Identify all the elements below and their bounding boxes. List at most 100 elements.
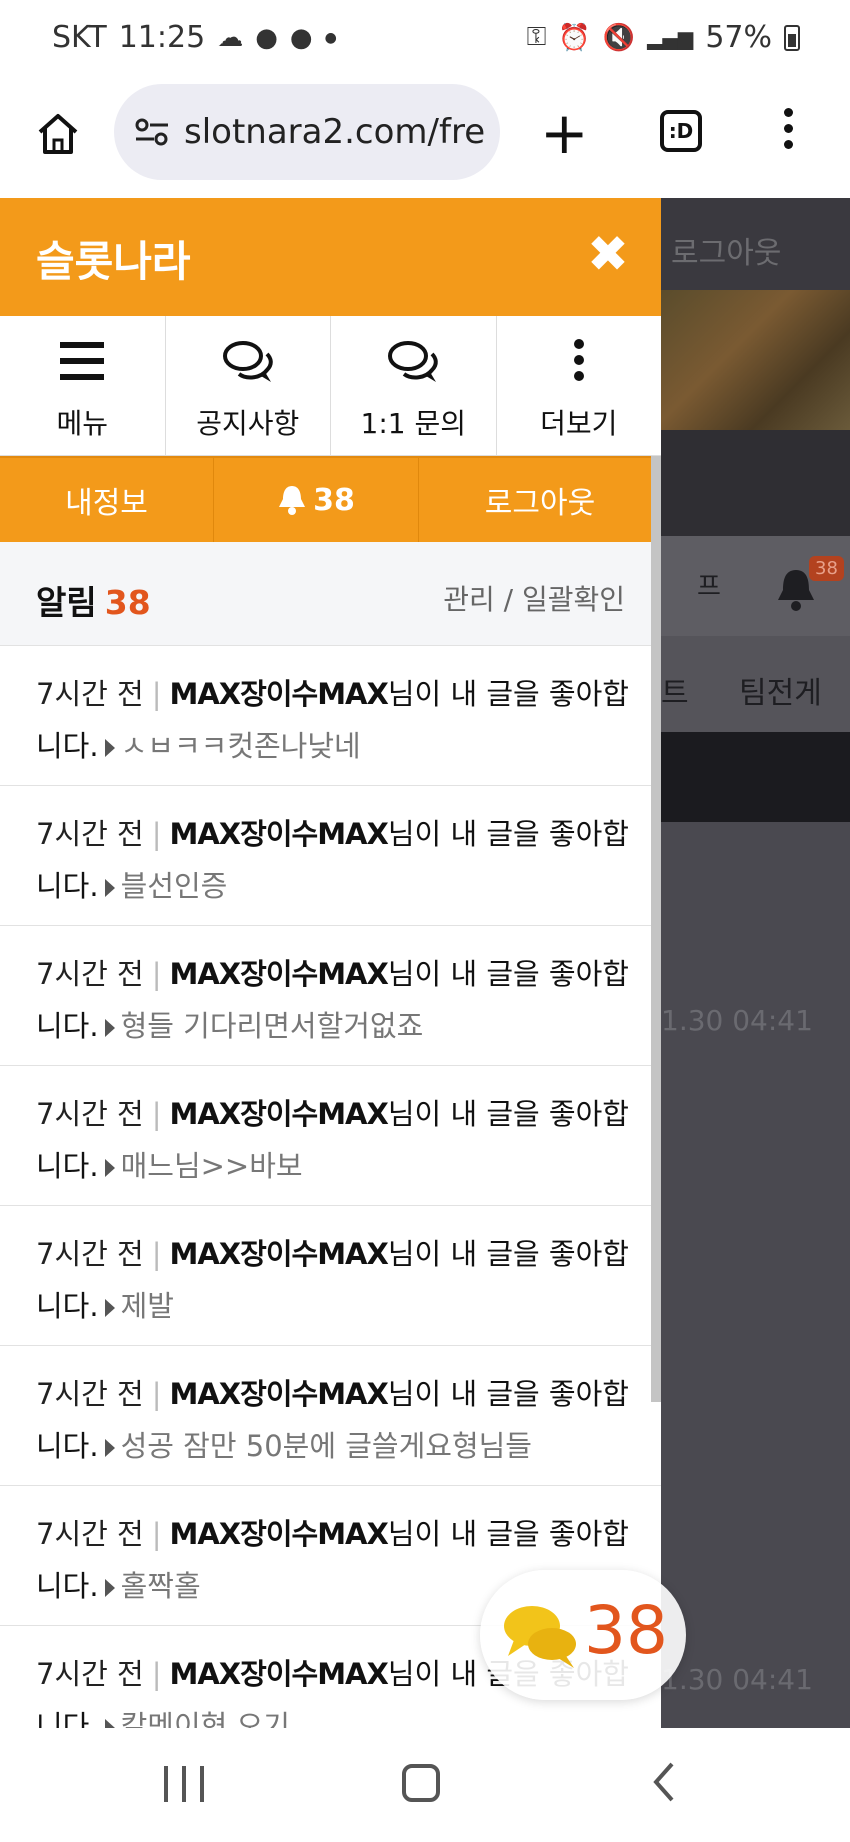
bar xyxy=(164,1766,168,1802)
separator: | xyxy=(151,1517,162,1551)
notification-item[interactable]: 7시간 전 | MAX장이수MAX님이 내 글을 좋아합니다. ㅅㅂㅋㅋ컷존나낮네 xyxy=(0,646,661,786)
notification-time: 7시간 전 xyxy=(36,957,144,991)
notification-user: MAX장이수MAX xyxy=(169,957,389,991)
site-settings-icon[interactable] xyxy=(134,117,170,147)
quick-menu-item-notice[interactable]: 공지사항 xyxy=(166,316,331,455)
account-actions: 내정보 38 로그아웃 xyxy=(0,456,661,542)
background-page-overlay[interactable]: 로그아웃 프 38 트 팀전게 1.30 04:41 1.30 04:41 xyxy=(661,198,850,1728)
chat-bubbles-icon xyxy=(222,341,273,382)
bg-menu-text: 팀전게 xyxy=(739,676,822,711)
vertical-dots-icon xyxy=(573,339,584,381)
notification-user: MAX장이수MAX xyxy=(169,1237,389,1271)
back-button[interactable] xyxy=(648,1758,678,1814)
weather-icon: ☁ xyxy=(217,22,244,53)
bg-header: 로그아웃 xyxy=(661,198,850,290)
carrier-label: SKT xyxy=(52,20,107,55)
drawer-scrollbar[interactable] xyxy=(651,456,661,1402)
status-bar: SKT 11:25 ☁ ● ● ● ⚿ ⏰ 🔇 ▂▄▆ 57% xyxy=(0,0,850,80)
arrow-right-icon xyxy=(104,1019,115,1037)
system-nav-bar xyxy=(0,1728,850,1842)
quick-menu-item-menu[interactable]: 메뉴 xyxy=(0,316,166,455)
clock: 11:25 xyxy=(118,20,206,55)
my-info-button[interactable]: 내정보 xyxy=(0,458,214,542)
bg-dark-strip xyxy=(661,430,850,536)
notifications-button[interactable]: 38 xyxy=(214,458,419,542)
browser-toolbar: slotnara2.com/fre + :D xyxy=(0,80,850,198)
separator: | xyxy=(151,677,162,711)
notification-time: 7시간 전 xyxy=(36,1657,144,1691)
bg-bell: 38 xyxy=(773,556,844,616)
bg-black-strip xyxy=(661,732,850,822)
notification-user: MAX장이수MAX xyxy=(169,677,389,711)
bar xyxy=(200,1766,204,1802)
url-bar[interactable]: slotnara2.com/fre xyxy=(114,84,500,180)
separator: | xyxy=(151,817,162,851)
home-icon xyxy=(38,114,78,154)
arrow-right-icon xyxy=(104,1579,115,1597)
notification-time: 7시간 전 xyxy=(36,677,144,711)
dot xyxy=(784,108,793,117)
notification-post-title: 블선인증 xyxy=(120,869,228,903)
chevron-left-icon xyxy=(653,1762,674,1802)
bg-menu: 트 팀전게 xyxy=(661,636,850,732)
browser-menu-button[interactable] xyxy=(784,108,794,149)
dot xyxy=(784,140,793,149)
logout-button[interactable]: 로그아웃 xyxy=(419,458,661,542)
arrow-right-icon xyxy=(104,879,115,897)
bg-tab-text: 프 xyxy=(697,572,721,602)
status-right: ⚿ ⏰ 🔇 ▂▄▆ 57% xyxy=(527,20,800,55)
talk-icon: ● xyxy=(289,22,313,53)
bg-date: 1.30 04:41 xyxy=(661,1663,813,1696)
notification-item[interactable]: 7시간 전 | MAX장이수MAX님이 내 글을 좋아합니다. 매느님>>바보 xyxy=(0,1066,661,1206)
home-nav-button[interactable] xyxy=(402,1764,440,1802)
notification-item[interactable]: 7시간 전 | MAX장이수MAX님이 내 글을 좋아합니다. 제발 xyxy=(0,1206,661,1346)
chat-bubbles-icon xyxy=(504,1606,576,1668)
floating-chat-button[interactable]: 38 xyxy=(480,1570,686,1700)
quick-menu-item-inquiry[interactable]: 1:1 문의 xyxy=(331,316,497,455)
notification-user: MAX장이수MAX xyxy=(169,1097,389,1131)
notification-item[interactable]: 7시간 전 | MAX장이수MAX님이 내 글을 좋아합니다. 형들 기다리면서할거없… xyxy=(0,926,661,1066)
notification-user: MAX장이수MAX xyxy=(169,817,389,851)
battery-icon xyxy=(784,24,800,51)
manage-mark-all-link[interactable]: 관리 / 일괄확인 xyxy=(443,578,625,618)
separator: | xyxy=(151,1237,162,1271)
notification-item[interactable]: 7시간 전 | MAX장이수MAX님이 내 글을 좋아합니다. 블선인증 xyxy=(0,786,661,926)
notification-post-title: 매느님>>바보 xyxy=(120,1149,303,1183)
site-title: 슬롯나라 xyxy=(36,237,191,286)
home-button[interactable] xyxy=(34,110,82,158)
mute-icon: 🔇 xyxy=(602,22,636,53)
notification-item[interactable]: 7시간 전 | MAX장이수MAX님이 내 글을 좋아합니다. 성공 잠만 50분에 … xyxy=(0,1346,661,1486)
alerts-title: 알림 38 xyxy=(36,576,151,624)
status-left: SKT 11:25 ☁ ● ● ● xyxy=(52,20,337,55)
bg-menu-text: 트 xyxy=(661,676,689,711)
quick-menu-item-more[interactable]: 더보기 xyxy=(497,316,662,455)
bg-banner-image xyxy=(661,290,850,430)
alerts-header: 알림 38 관리 / 일괄확인 xyxy=(0,542,661,646)
quick-menu: 메뉴 공지사항 1:1 문의 더보기 xyxy=(0,316,661,456)
notification-list: 7시간 전 | MAX장이수MAX님이 내 글을 좋아합니다. ㅅㅂㅋㅋ컷존나낮네 7… xyxy=(0,646,661,1728)
bg-tabs: 프 38 xyxy=(661,536,850,636)
notification-post-title: ㅅㅂㅋㅋ컷존나낮네 xyxy=(120,729,361,763)
new-tab-button[interactable]: + xyxy=(540,104,589,162)
separator: | xyxy=(151,957,162,991)
tabs-button[interactable]: :D xyxy=(660,110,702,152)
alerts-count: 38 xyxy=(104,583,151,622)
notification-time: 7시간 전 xyxy=(36,1097,144,1131)
quick-menu-label: 더보기 xyxy=(540,407,618,440)
quick-menu-label: 공지사항 xyxy=(196,407,300,440)
close-button[interactable]: ✖ xyxy=(582,228,634,280)
notification-post-title: 홀짝홀 xyxy=(120,1569,201,1603)
arrow-right-icon xyxy=(104,1299,115,1317)
arrow-right-icon xyxy=(104,1159,115,1177)
message-icon: ● xyxy=(255,22,278,53)
arrow-right-icon xyxy=(104,1439,115,1457)
alerts-title-text: 알림 xyxy=(36,583,97,622)
notification-post-title: 칼멘이형 오기 xyxy=(120,1709,290,1728)
notification-time: 7시간 전 xyxy=(36,817,144,851)
dot xyxy=(784,124,793,133)
notification-post-title: 성공 잠만 50분에 글쓸게요형님들 xyxy=(120,1429,532,1463)
separator: | xyxy=(151,1657,162,1691)
dot-icon: ● xyxy=(324,29,337,46)
bell-icon xyxy=(279,486,306,515)
recent-apps-button[interactable] xyxy=(164,1766,204,1802)
